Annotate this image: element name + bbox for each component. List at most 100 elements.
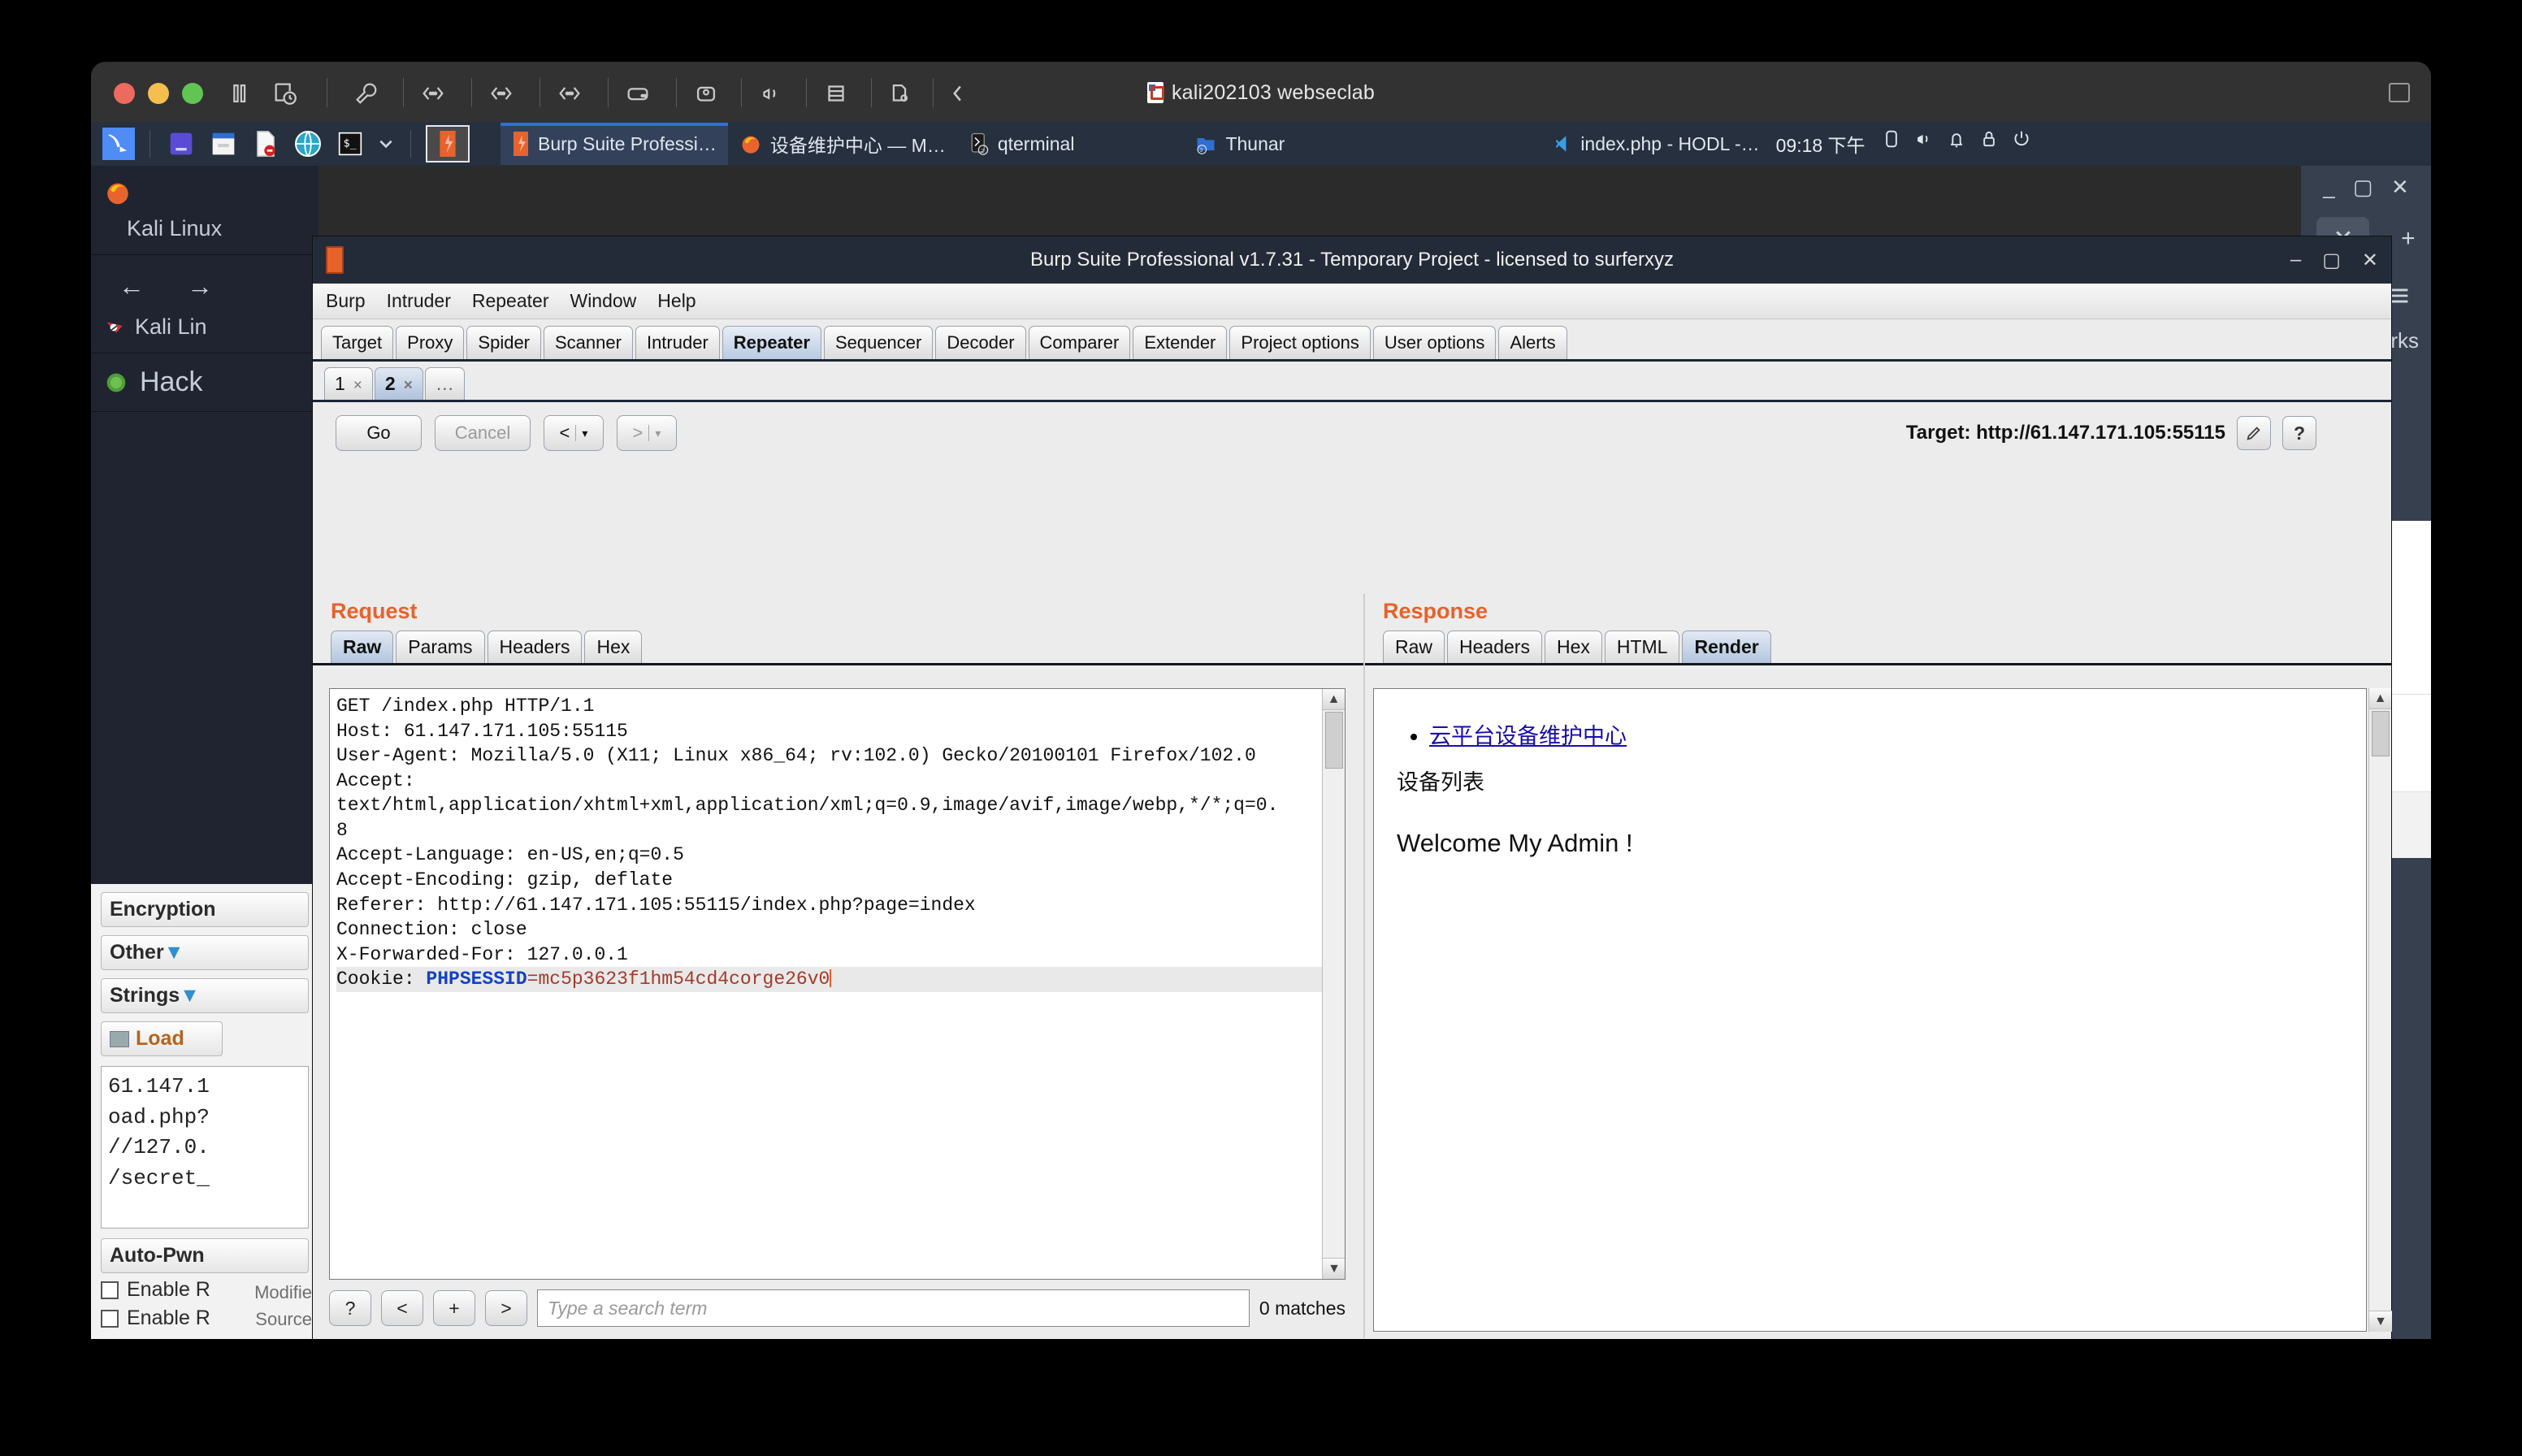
close-icon[interactable]: × [404,377,413,395]
go-button[interactable]: Go [336,415,422,451]
request-tab-headers[interactable]: Headers [488,630,583,663]
taskbar-window-label: Thunar [1225,133,1285,155]
response-tab-hex[interactable]: Hex [1545,630,1602,663]
cancel-button[interactable]: Cancel [435,415,531,451]
menu-item-help[interactable]: Help [657,290,696,312]
tab-decoder[interactable]: Decoder [935,326,1025,359]
power-icon[interactable] [2010,128,2033,160]
forward-icon[interactable]: → [187,271,213,301]
close-button[interactable]: ✕ [2362,249,2378,272]
request-raw-text[interactable]: GET /index.php HTTP/1.1 Host: 61.147.171… [330,689,1345,997]
scroll-down-icon[interactable]: ▼ [2369,1311,2392,1332]
other-dropdown[interactable]: Other▼ [101,935,309,970]
chevron-down-icon[interactable] [376,128,396,160]
pinned-burp-icon[interactable] [426,125,470,162]
bookmark-item-kali[interactable]: Kali Lin [91,310,318,344]
menu-item-burp[interactable]: Burp [326,290,366,312]
auto-pwn-button[interactable]: Auto-Pwn [101,1238,309,1273]
terminal-icon[interactable]: $_ [334,128,366,160]
hackbar-item[interactable]: Hack [91,362,318,403]
lock-icon[interactable] [1978,128,2000,160]
encryption-button[interactable]: Encryption [101,892,309,927]
fullscreen-button[interactable] [2389,83,2410,102]
response-scrollbar[interactable]: ▲ ▼ [2368,688,2391,1332]
document-icon[interactable] [249,128,282,160]
response-tab-raw[interactable]: Raw [1383,630,1445,663]
burp-suite-window[interactable]: Burp Suite Professional v1.7.31 - Tempor… [312,236,2392,1339]
taskbar-clock[interactable]: 09:18 下午 [1776,130,1866,158]
repeater-tab-2[interactable]: 2 × [375,367,423,400]
workspace-icon[interactable] [165,128,197,160]
tab-spider[interactable]: Spider [466,326,541,359]
kali-menu-icon[interactable] [102,128,135,160]
tab-target[interactable]: Target [321,326,393,359]
back-icon[interactable]: ← [119,271,145,301]
response-tab-html[interactable]: HTML [1605,630,1680,663]
chevron-down-icon[interactable]: ▾ [582,427,587,440]
display-icon[interactable] [1880,128,1903,160]
scroll-down-icon[interactable]: ▼ [1323,1258,1346,1279]
taskbar-window-thunar[interactable]: 3 Thunar [1183,123,1296,165]
scroll-up-icon[interactable]: ▲ [1323,689,1345,710]
repeater-tab-1[interactable]: 1 × [324,367,373,400]
tab-extender[interactable]: Extender [1133,326,1227,359]
files-icon[interactable] [207,128,240,160]
menu-item-repeater[interactable]: Repeater [472,290,549,312]
back-button[interactable]: < ▾ [544,415,604,451]
hackbar-panel[interactable]: Encryption Other▼ Strings▼ Load 61.147.1… [91,884,318,1339]
url-textarea[interactable]: 61.147.1 oad.php? //127.0. /secret_ [101,1066,309,1228]
search-input[interactable]: Type a search term [537,1289,1250,1327]
load-button[interactable]: Load [101,1021,223,1056]
search-next-button[interactable]: > [485,1290,527,1326]
response-render-view[interactable]: 云平台设备维护中心 设备列表 Welcome My Admin ! [1373,688,2367,1332]
tab-project-options[interactable]: Project options [1229,326,1371,359]
render-link[interactable]: 云平台设备维护中心 [1429,724,1627,748]
tab-alerts[interactable]: Alerts [1498,326,1566,359]
repeater-toolbar: Go Cancel < ▾ > ▾ Target: http://61.147.… [313,402,2391,464]
forward-button[interactable]: > ▾ [617,415,677,451]
minimize-button[interactable]: _ [2323,175,2334,200]
minimize-button[interactable]: – [2290,249,2301,272]
repeater-tab-label: 2 [385,373,396,395]
volume-icon[interactable] [1913,128,1935,160]
scroll-up-icon[interactable]: ▲ [2369,688,2391,709]
browser-icon[interactable] [292,128,324,160]
tab-comparer[interactable]: Comparer [1029,326,1131,359]
close-icon[interactable]: × [353,377,362,395]
request-tab-params[interactable]: Params [396,630,484,663]
new-tab-button[interactable]: + [2401,225,2416,253]
search-add-button[interactable]: + [433,1290,475,1326]
tab-repeater[interactable]: Repeater [722,326,821,359]
pencil-icon[interactable] [2237,416,2271,450]
search-prev-button[interactable]: < [381,1290,423,1326]
tab-proxy[interactable]: Proxy [396,326,464,359]
repeater-tab-more[interactable]: … [425,367,465,400]
tab-scanner[interactable]: Scanner [544,326,633,359]
chevron-down-icon[interactable]: ▾ [655,427,661,440]
question-icon[interactable]: ? [2282,416,2316,450]
taskbar-window-qterminal[interactable]: 2 qterminal [957,123,1086,165]
tab-intruder[interactable]: Intruder [635,326,720,359]
repeater-tab-label: … [436,373,454,395]
request-scrollbar[interactable]: ▲ ▼ [1322,689,1345,1279]
search-help-button[interactable]: ? [329,1290,371,1326]
window-controls[interactable]: _ ▢ ✕ [2301,166,2431,208]
response-tab-headers[interactable]: Headers [1447,630,1542,663]
menu-item-intruder[interactable]: Intruder [387,290,451,312]
taskbar-window-burp[interactable]: Burp Suite Professi… [500,123,728,165]
taskbar-window-firefox[interactable]: 设备维护中心 — M… [728,123,957,165]
bell-icon[interactable] [1945,128,1968,160]
strings-dropdown[interactable]: Strings▼ [101,978,309,1013]
tab-user-options[interactable]: User options [1373,326,1497,359]
close-button[interactable]: ✕ [2391,175,2409,200]
maximize-button[interactable]: ▢ [2322,249,2341,272]
render-list-item: 云平台设备维护中心 [1429,718,2343,750]
request-tab-hex[interactable]: Hex [584,630,642,663]
menu-item-window[interactable]: Window [570,290,636,312]
response-tab-render[interactable]: Render [1682,630,1770,663]
taskbar-window-vscode[interactable]: index.php - HODL -… [1540,123,1770,165]
maximize-button[interactable]: ▢ [2353,175,2373,200]
tab-sequencer[interactable]: Sequencer [824,326,933,359]
request-editor[interactable]: GET /index.php HTTP/1.1 Host: 61.147.171… [329,688,1346,1280]
request-tab-raw[interactable]: Raw [331,630,393,663]
